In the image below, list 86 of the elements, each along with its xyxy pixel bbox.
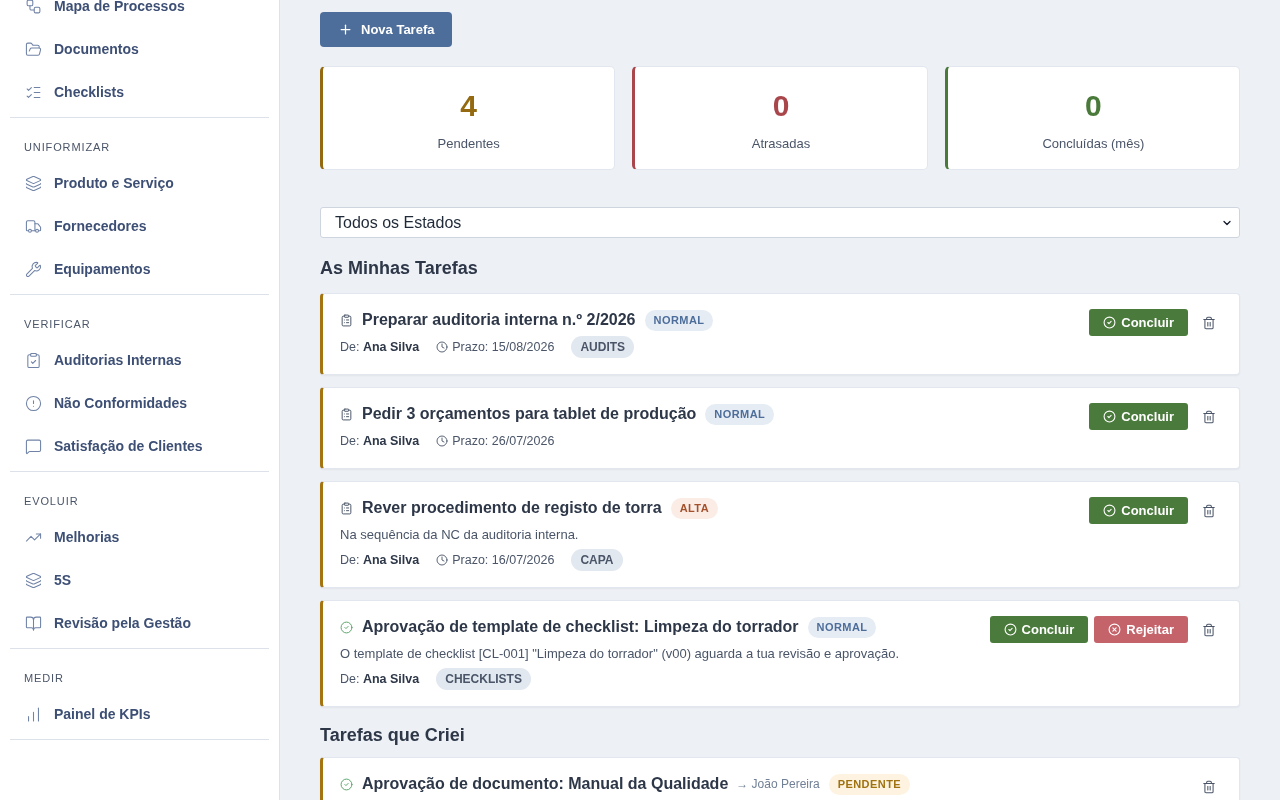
stat-value: 0 [772, 88, 790, 124]
folder-icon [25, 41, 42, 58]
stat-label: Concluídas (mês) [1042, 135, 1145, 153]
clipboard-check-icon [25, 352, 42, 369]
connected-squares-icon [25, 0, 42, 15]
status-select[interactable]: Todos os Estados [320, 207, 1240, 238]
nav-link[interactable]: Satisfação de Clientes [54, 436, 203, 457]
priority-badge: ALTA [670, 497, 719, 519]
trash-icon [1202, 622, 1216, 637]
nav-link[interactable]: Documentos [54, 39, 139, 60]
category-tag: CHECKLISTS [436, 668, 531, 690]
priority-badge: NORMAL [807, 616, 877, 638]
section-header: VERIFICAR [24, 318, 91, 330]
bar-chart-icon [25, 706, 42, 723]
task-title: Aprovação de documento: Manual da Qualidade [362, 774, 729, 794]
check-circle-icon [340, 620, 353, 634]
stat-label: Atrasadas [751, 135, 811, 153]
task-title: Rever procedimento de registo de torra [362, 498, 662, 518]
layers-icon [25, 175, 42, 192]
trash-icon [1202, 315, 1216, 330]
nav-link[interactable]: 5S [54, 570, 72, 591]
check-circle-icon [1103, 316, 1117, 329]
x-circle-icon [1108, 623, 1122, 636]
task-title: Pedir 3 orçamentos para tablet de produção [362, 404, 697, 424]
trash-icon [1202, 409, 1216, 424]
truck-icon [25, 218, 42, 235]
assignee-text: → João Pereira [736, 776, 820, 793]
author-text: De: Ana Silva [340, 670, 420, 688]
task-description: Na sequência da NC da auditoria interna. [340, 526, 580, 544]
due-date-text: Prazo: 26/07/2026 [452, 432, 555, 450]
wrench-icon [25, 261, 42, 278]
category-tag: CAPA [571, 549, 623, 571]
book-icon [25, 615, 42, 632]
plus-icon [338, 22, 353, 37]
trash-icon [1202, 779, 1216, 794]
priority-badge: PENDENTE [828, 773, 911, 795]
priority-badge: NORMAL [705, 403, 775, 425]
complete-button[interactable]: Concluir [1089, 403, 1188, 430]
check-circle-icon [340, 777, 353, 791]
check-circle-icon [1103, 410, 1117, 423]
clipboard-icon [340, 313, 353, 327]
stat-label: Pendentes [437, 135, 500, 153]
nav-link[interactable]: Não Conformidades [54, 393, 187, 414]
section-title: Tarefas que Criei [320, 724, 466, 747]
author-text: De: Ana Silva [340, 551, 420, 569]
clock-icon [436, 435, 449, 447]
new-task-button[interactable]: Nova Tarefa [320, 12, 453, 47]
alert-circle-icon [25, 395, 42, 412]
complete-button[interactable]: Concluir [1089, 309, 1188, 336]
nav-link[interactable]: Painel de KPIs [54, 704, 151, 725]
complete-button[interactable]: Concluir [1089, 497, 1188, 524]
nav-link[interactable]: Checklists [54, 82, 125, 103]
stat-value: 0 [1085, 88, 1102, 124]
due-date-text: Prazo: 15/08/2026 [452, 338, 555, 356]
section-title: As Minhas Tarefas [320, 257, 479, 280]
task-title: Aprovação de template de checklist: Limpeza do torrador [362, 617, 799, 637]
checklist-icon [25, 84, 42, 101]
category-tag: AUDITS [571, 336, 635, 358]
priority-badge: NORMAL [644, 309, 714, 331]
stat-value: 4 [460, 88, 477, 124]
section-header: MEDIR [24, 672, 64, 684]
nav-link[interactable]: Mapa de Processos [54, 0, 185, 17]
check-circle-icon [1103, 504, 1117, 517]
nav-link[interactable]: Auditorias Internas [54, 350, 182, 371]
check-circle-icon [1003, 623, 1017, 636]
clipboard-icon [340, 501, 353, 515]
due-date-text: Prazo: 16/07/2026 [452, 551, 555, 569]
author-text: De: Ana Silva [340, 338, 420, 356]
layers-icon [25, 572, 42, 589]
section-header: EVOLUIR [24, 495, 79, 507]
reject-button[interactable]: Rejeitar [1094, 616, 1188, 643]
clock-icon [436, 554, 449, 566]
nav-link[interactable]: Equipamentos [54, 259, 151, 280]
nav-link[interactable]: Melhorias [54, 527, 120, 548]
task-description: O template de checklist [CL-001] "Limpeza do torrador" (v00) aguarda a tua revisão e aprovação. [340, 645, 901, 663]
clipboard-icon [340, 407, 353, 421]
author-text: De: Ana Silva [340, 432, 420, 450]
nav-link[interactable]: Produto e Serviço [54, 173, 174, 194]
nav-link[interactable]: Revisão pela Gestão [54, 613, 191, 634]
clock-icon [436, 341, 449, 353]
trash-icon [1202, 503, 1216, 518]
section-header: UNIFORMIZAR [24, 141, 111, 153]
chat-bubble-icon [25, 438, 42, 455]
nav-link[interactable]: Fornecedores [54, 216, 147, 237]
complete-button[interactable]: Concluir [989, 616, 1089, 643]
task-title: Preparar auditoria interna n.º 2/2026 [362, 310, 636, 330]
